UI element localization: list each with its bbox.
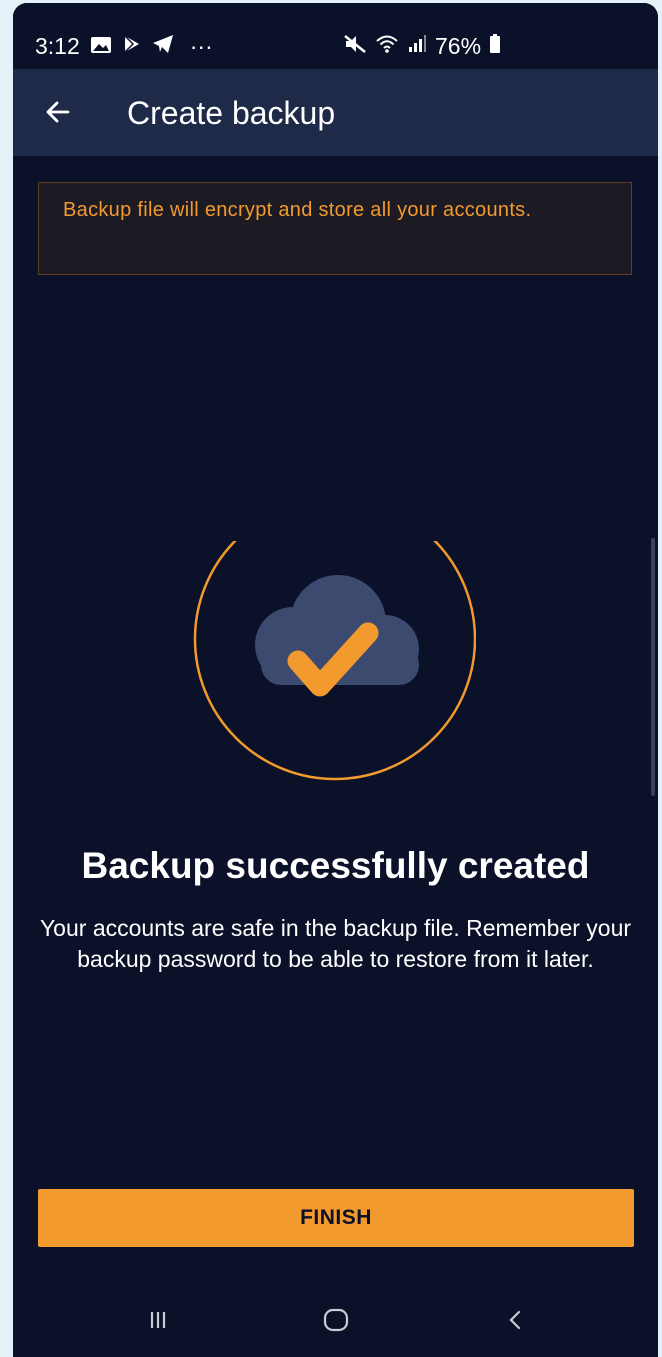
app-bar: Create backup [13, 69, 658, 156]
success-title: Backup successfully created [81, 845, 590, 886]
backup-success-illustration [193, 497, 477, 787]
nav-back-button[interactable] [476, 1283, 556, 1357]
system-nav-bar [13, 1283, 658, 1357]
telegram-icon [152, 33, 174, 60]
finish-button[interactable]: FINISH [38, 1189, 634, 1247]
play-store-icon [122, 33, 142, 60]
status-bar: 3:12 ··· 76% [13, 3, 658, 69]
back-icon [509, 1310, 521, 1330]
arrow-back-icon [46, 101, 70, 123]
mute-icon [343, 33, 367, 60]
home-icon [323, 1308, 349, 1332]
page-title: Create backup [127, 95, 336, 131]
back-button[interactable] [35, 87, 85, 137]
status-bar-right: 76% [343, 33, 501, 60]
recents-button[interactable] [118, 1283, 198, 1357]
wifi-icon [375, 33, 399, 60]
phone-screen: 3:12 ··· 76% Create backup Backup file w… [13, 3, 658, 1357]
scrollbar[interactable] [651, 538, 655, 796]
more-indicator: ··· [189, 33, 213, 59]
recents-icon [150, 1312, 166, 1328]
battery-percent: 76% [435, 33, 482, 59]
gallery-icon [90, 33, 112, 60]
status-time: 3:12 [35, 33, 80, 59]
info-banner: Backup file will encrypt and store all y… [38, 182, 632, 275]
success-description: Your accounts are safe in the backup fil… [39, 915, 632, 972]
cloud-check-icon [193, 497, 477, 781]
status-bar-left: 3:12 ··· [35, 33, 213, 60]
signal-icon [407, 33, 427, 60]
home-button[interactable] [296, 1283, 376, 1357]
battery-icon [489, 33, 501, 60]
